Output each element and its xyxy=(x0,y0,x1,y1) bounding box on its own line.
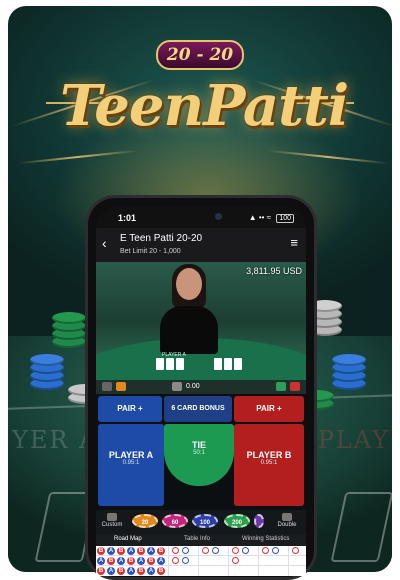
pair-plus-b-bet[interactable]: PAIR + xyxy=(234,396,304,422)
tab-winning-statistics[interactable]: Winning Statistics xyxy=(242,536,289,542)
custom-chip-control[interactable]: Custom xyxy=(98,513,126,528)
road-ring xyxy=(182,557,189,564)
bead-a: A xyxy=(147,547,155,555)
player-b-label: PLAYER B xyxy=(246,450,292,460)
playing-card xyxy=(176,358,184,370)
six-card-bonus-bet[interactable]: 6 CARD BONUS xyxy=(164,396,232,422)
signal-icon: ▲ •• ≈ xyxy=(248,213,272,222)
playing-card xyxy=(214,358,222,370)
road-ring xyxy=(272,547,279,554)
total-bet: 0.00 xyxy=(186,383,200,390)
chip-20[interactable]: 20 xyxy=(132,514,158,528)
player-a-bet[interactable]: PLAYER A 0.95:1 xyxy=(98,424,164,506)
chip-60[interactable]: 60 xyxy=(162,514,188,528)
video-controls: 0.00 xyxy=(96,380,306,394)
felt-text-right: PLAY xyxy=(317,426,390,454)
double-control[interactable]: Double xyxy=(272,513,302,528)
road-ring xyxy=(262,547,269,554)
bead-a: A xyxy=(127,567,135,575)
bet-limit: Bet Limit 20 - 1,000 xyxy=(120,248,181,255)
mute-icon[interactable] xyxy=(102,382,112,391)
game-header: ‹ E Teen Patti 20-20 Bet Limit 20 - 1,00… xyxy=(96,228,306,262)
road-ring xyxy=(202,547,209,554)
status-time: 1:01 xyxy=(118,213,137,223)
dealer-body xyxy=(160,306,218,354)
bead-b: B xyxy=(157,547,165,555)
bead-b: B xyxy=(117,547,125,555)
history-icon[interactable] xyxy=(290,382,300,391)
bead-b: B xyxy=(147,557,155,565)
bead-b: B xyxy=(117,567,125,575)
status-bar: 1:01 ▲ •• ≈ 100 xyxy=(96,206,306,228)
chip-selector: Custom 20 60 100 200 Double xyxy=(96,510,306,534)
tie-label: TIE xyxy=(191,440,206,450)
road-ring xyxy=(292,547,299,554)
tie-odds: 50:1 xyxy=(193,450,205,456)
pair-plus-a-bet[interactable]: PAIR + xyxy=(98,396,162,422)
bead-b: B xyxy=(97,567,105,575)
battery-icon: 100 xyxy=(276,214,294,223)
tab-road-map[interactable]: Road Map xyxy=(114,536,142,542)
pair-plus-b-label: PAIR + xyxy=(256,404,282,413)
bead-a: A xyxy=(107,567,115,575)
road-ring xyxy=(242,547,249,554)
bead-a: A xyxy=(137,557,145,565)
bead-a: A xyxy=(157,557,165,565)
road-map: B A B A B A B A B A B A B A B A B A B A … xyxy=(96,546,306,576)
playing-card xyxy=(234,358,242,370)
double-label: Double xyxy=(277,522,297,528)
road-ring xyxy=(172,547,179,554)
road-ring xyxy=(232,557,239,564)
total-bet-icon xyxy=(172,382,182,391)
road-ring xyxy=(232,547,239,554)
road-ring xyxy=(182,547,189,554)
bead-b: B xyxy=(127,557,135,565)
bead-a: A xyxy=(127,547,135,555)
bead-a: A xyxy=(147,567,155,575)
bead-b: B xyxy=(137,567,145,575)
camera-icon xyxy=(215,213,222,220)
phone-mockup: 1:01 ▲ •• ≈ 100 ‹ E Teen Patti 20-20 Bet… xyxy=(85,195,317,580)
betting-area: PAIR + 6 CARD BONUS PAIR + PLAYER A 0.95… xyxy=(96,394,306,510)
custom-label: Custom xyxy=(101,522,123,528)
double-icon xyxy=(282,513,292,521)
tab-table-info[interactable]: Table Info xyxy=(184,536,210,542)
chip-100[interactable]: 100 xyxy=(192,514,218,528)
road-ring xyxy=(212,547,219,554)
chip-200[interactable]: 200 xyxy=(224,514,250,528)
playing-card xyxy=(156,358,164,370)
bead-a: A xyxy=(97,557,105,565)
video-icon[interactable] xyxy=(116,382,126,391)
bead-a: A xyxy=(107,547,115,555)
custom-icon xyxy=(107,513,117,521)
logo-title: TeenPatti xyxy=(60,73,349,139)
player-b-bet[interactable]: PLAYER B 0.95:1 xyxy=(234,424,304,506)
bead-b: B xyxy=(107,557,115,565)
live-video: PLAYER A 3,811.95 USD xyxy=(96,262,306,428)
pair-plus-a-label: PAIR + xyxy=(117,404,143,413)
bead-b: B xyxy=(157,567,165,575)
chip-more[interactable] xyxy=(254,514,264,528)
bead-a: A xyxy=(117,557,125,565)
phone-screen: 1:01 ▲ •• ≈ 100 ‹ E Teen Patti 20-20 Bet… xyxy=(96,206,306,576)
player-a-odds: 0.95:1 xyxy=(122,460,140,466)
balance: 3,811.95 USD xyxy=(246,266,302,276)
teen-patti-logo: 20 - 20 TeenPatti xyxy=(46,40,354,154)
chat-icon[interactable] xyxy=(276,382,286,391)
tie-bet[interactable]: TIE 50:1 xyxy=(164,424,234,486)
info-tabs: Road Map Table Info Winning Statistics xyxy=(96,534,306,546)
back-arrow-icon[interactable]: ‹ xyxy=(102,235,107,251)
bead-b: B xyxy=(97,547,105,555)
player-b-odds: 0.95:1 xyxy=(260,460,278,466)
game-title: E Teen Patti 20-20 xyxy=(120,233,203,244)
six-card-bonus-label: 6 CARD BONUS xyxy=(171,405,225,412)
status-indicators: ▲ •• ≈ 100 xyxy=(249,213,294,223)
player-a-label: PLAYER A xyxy=(108,450,154,460)
menu-icon[interactable]: ≡ xyxy=(290,235,298,250)
dealer-face xyxy=(176,268,202,300)
playing-card xyxy=(224,358,232,370)
playing-card xyxy=(166,358,174,370)
road-ring xyxy=(172,557,179,564)
bead-b: B xyxy=(137,547,145,555)
